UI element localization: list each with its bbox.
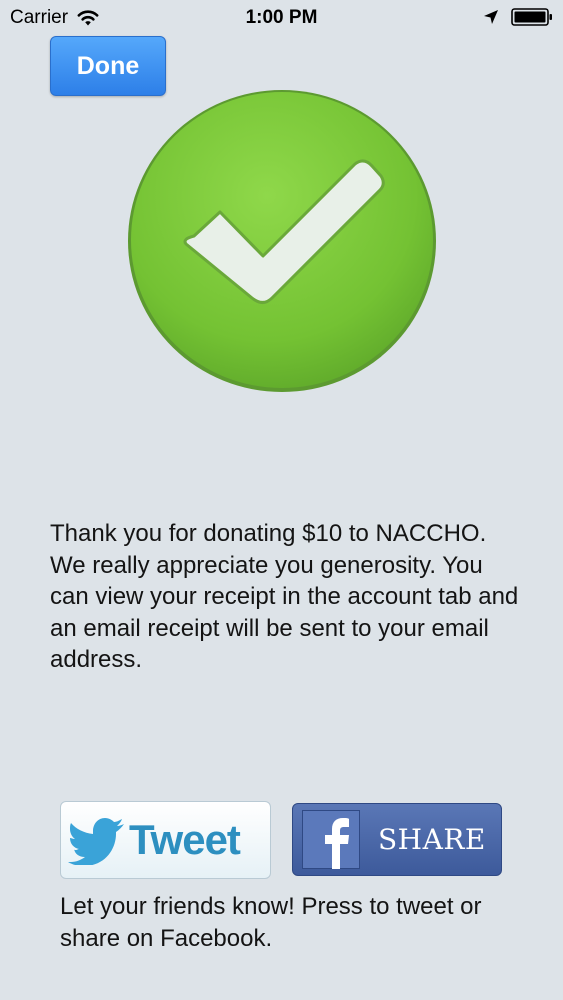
tweet-button[interactable]: Tweet (60, 801, 271, 879)
twitter-bird-icon (68, 818, 124, 865)
location-arrow-icon (484, 10, 498, 24)
battery-icon (511, 8, 552, 26)
status-right (483, 8, 553, 26)
status-time: 1:00 PM (245, 7, 318, 28)
facebook-share-button[interactable]: SHARE (292, 803, 502, 876)
success-checkmark (124, 86, 440, 396)
tweet-button-label: Tweet (129, 816, 241, 863)
thank-you-message: Thank you for donating $10 to NACCHO. We… (50, 520, 519, 673)
facebook-icon (302, 810, 360, 869)
status-bar: Carrier 1:00 PM (0, 0, 563, 36)
checkmark-circle-icon (128, 90, 436, 392)
done-button-label: Done (76, 51, 140, 80)
share-button-label: SHARE (378, 823, 486, 856)
share-prompt-text: Let your friends know! Press to tweet or… (60, 893, 482, 952)
